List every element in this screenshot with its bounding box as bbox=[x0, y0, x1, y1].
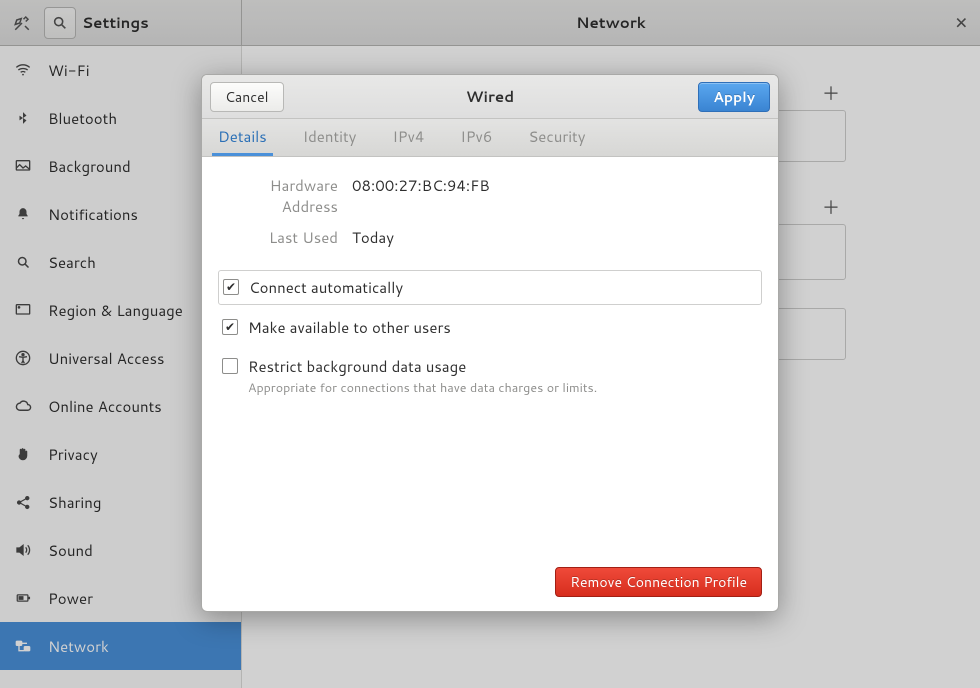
restrict-background-row[interactable]: Restrict background data usage Appropria… bbox=[218, 350, 762, 403]
last-used-label: Last Used bbox=[218, 227, 338, 248]
connection-dialog: Cancel Wired Apply Details Identity IPv4… bbox=[201, 74, 779, 612]
dialog-title: Wired bbox=[202, 86, 778, 107]
remove-connection-button[interactable]: Remove Connection Profile bbox=[555, 567, 762, 597]
restrict-background-sublabel: Appropriate for connections that have da… bbox=[248, 379, 597, 397]
hardware-address-value: 08:00:27:BC:94:FB bbox=[352, 175, 490, 217]
connect-automatically-label: Connect automatically bbox=[249, 277, 403, 298]
connect-automatically-row[interactable]: Connect automatically bbox=[218, 270, 762, 305]
tab-ipv4[interactable]: IPv4 bbox=[386, 119, 430, 156]
available-other-users-checkbox[interactable] bbox=[222, 319, 238, 335]
cancel-button[interactable]: Cancel bbox=[210, 82, 284, 112]
tab-security[interactable]: Security bbox=[522, 119, 591, 156]
hardware-address-label: Hardware Address bbox=[218, 175, 338, 217]
tab-identity[interactable]: Identity bbox=[297, 119, 363, 156]
restrict-background-checkbox[interactable] bbox=[222, 358, 238, 374]
dialog-tabs: Details Identity IPv4 IPv6 Security bbox=[202, 119, 778, 157]
tab-ipv6[interactable]: IPv6 bbox=[454, 119, 498, 156]
apply-button[interactable]: Apply bbox=[698, 82, 770, 112]
available-other-users-label: Make available to other users bbox=[248, 317, 451, 338]
tab-details[interactable]: Details bbox=[212, 119, 273, 156]
available-other-users-row[interactable]: Make available to other users bbox=[218, 311, 762, 344]
restrict-background-label: Restrict background data usage bbox=[248, 356, 597, 377]
connect-automatically-checkbox[interactable] bbox=[223, 279, 239, 295]
last-used-value: Today bbox=[352, 227, 394, 248]
